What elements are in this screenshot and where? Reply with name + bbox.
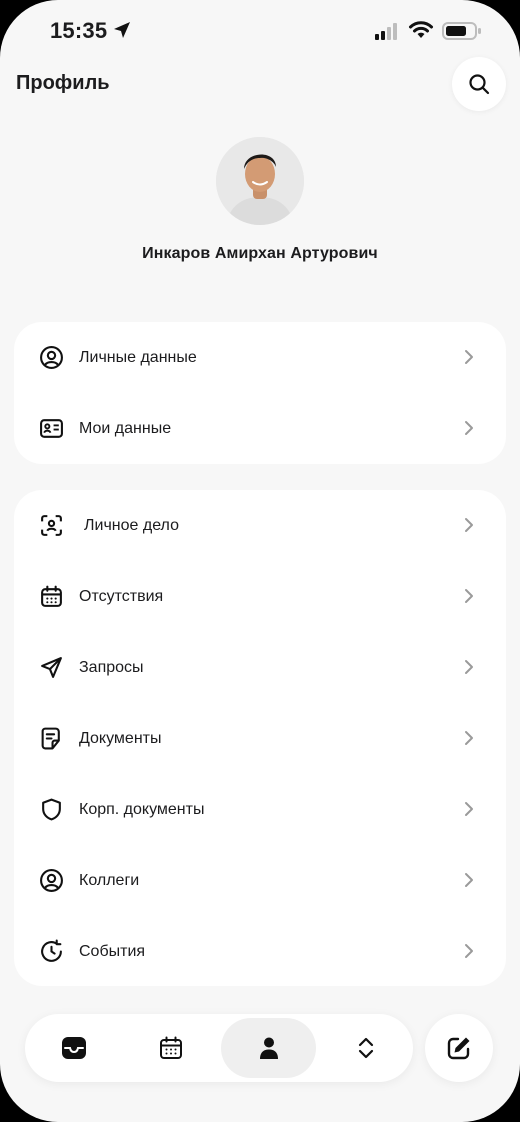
menu-item-label: События [79, 942, 146, 960]
menu-item-personal-file[interactable]: Личное дело [14, 490, 506, 561]
chevron-right-icon [465, 421, 473, 435]
chevron-right-icon [465, 802, 473, 816]
tab-calendar[interactable] [123, 1018, 218, 1078]
face-scan-icon [41, 515, 62, 536]
chevron-right-icon [465, 731, 473, 745]
user-circle-icon [40, 869, 63, 892]
search-icon [469, 74, 490, 95]
document-icon [41, 727, 60, 750]
menu-item-label: Корп. документы [79, 800, 205, 818]
person-icon [259, 1037, 278, 1059]
phone-screen: 15:35 Профиль Инкаров Амирхан Артурович … [0, 0, 520, 1122]
wifi-icon [409, 21, 433, 38]
menu-item-personal-data[interactable]: Личные данные [14, 322, 506, 393]
chevron-right-icon [465, 944, 473, 958]
battery-icon [442, 22, 481, 40]
menu-item-label: Личные данные [79, 348, 197, 366]
chevron-right-icon [465, 589, 473, 603]
menu-item-label: Коллеги [79, 871, 140, 889]
menu-item-events[interactable]: События [14, 916, 506, 987]
status-bar: 15:35 [0, 0, 520, 62]
menu-card-personal: Личные данные Мои данные [14, 322, 506, 464]
calendar-icon [159, 1036, 182, 1059]
compose-icon [447, 1037, 470, 1060]
tab-inbox[interactable] [26, 1018, 121, 1078]
page-title: Профиль [16, 72, 110, 94]
menu-item-absences[interactable]: Отсутствия [14, 561, 506, 632]
chevron-right-icon [465, 873, 473, 887]
menu-item-label: Отсутствия [79, 587, 164, 605]
menu-item-label: Документы [79, 729, 162, 747]
menu-item-colleagues[interactable]: Коллеги [14, 845, 506, 916]
menu-item-label: Мои данные [79, 419, 172, 437]
user-full-name: Инкаров Амирхан Артурович [142, 245, 378, 262]
avatar[interactable] [216, 137, 304, 225]
menu-card-main: Личное дело Отсутствия Запросы Документы… [14, 490, 506, 986]
send-icon [41, 657, 62, 678]
menu-item-my-data[interactable]: Мои данные [14, 393, 506, 464]
location-arrow-icon [114, 22, 130, 38]
compose-button[interactable] [425, 1014, 493, 1082]
chevron-right-icon [465, 518, 473, 532]
menu-item-corp-documents[interactable]: Корп. документы [14, 774, 506, 845]
menu-item-label: Личное дело [84, 516, 179, 534]
inbox-icon [61, 1037, 86, 1059]
chevron-right-icon [465, 660, 473, 674]
tab-bar [25, 1014, 413, 1082]
menu-item-label: Запросы [79, 658, 144, 676]
chevron-up-down-icon [358, 1037, 373, 1059]
search-button[interactable] [452, 57, 506, 111]
chevron-right-icon [465, 350, 473, 364]
tab-more[interactable] [318, 1018, 413, 1078]
clock-icon [41, 939, 62, 962]
avatar-photo [216, 137, 304, 225]
cellular-signal-icon [375, 23, 397, 40]
user-circle-icon [40, 346, 63, 369]
tab-profile[interactable] [221, 1018, 316, 1078]
calendar-icon [41, 585, 62, 607]
menu-item-documents[interactable]: Документы [14, 703, 506, 774]
menu-item-requests[interactable]: Запросы [14, 632, 506, 703]
id-card-icon [40, 419, 63, 438]
status-time: 15:35 [50, 18, 108, 43]
shield-icon [42, 798, 61, 821]
